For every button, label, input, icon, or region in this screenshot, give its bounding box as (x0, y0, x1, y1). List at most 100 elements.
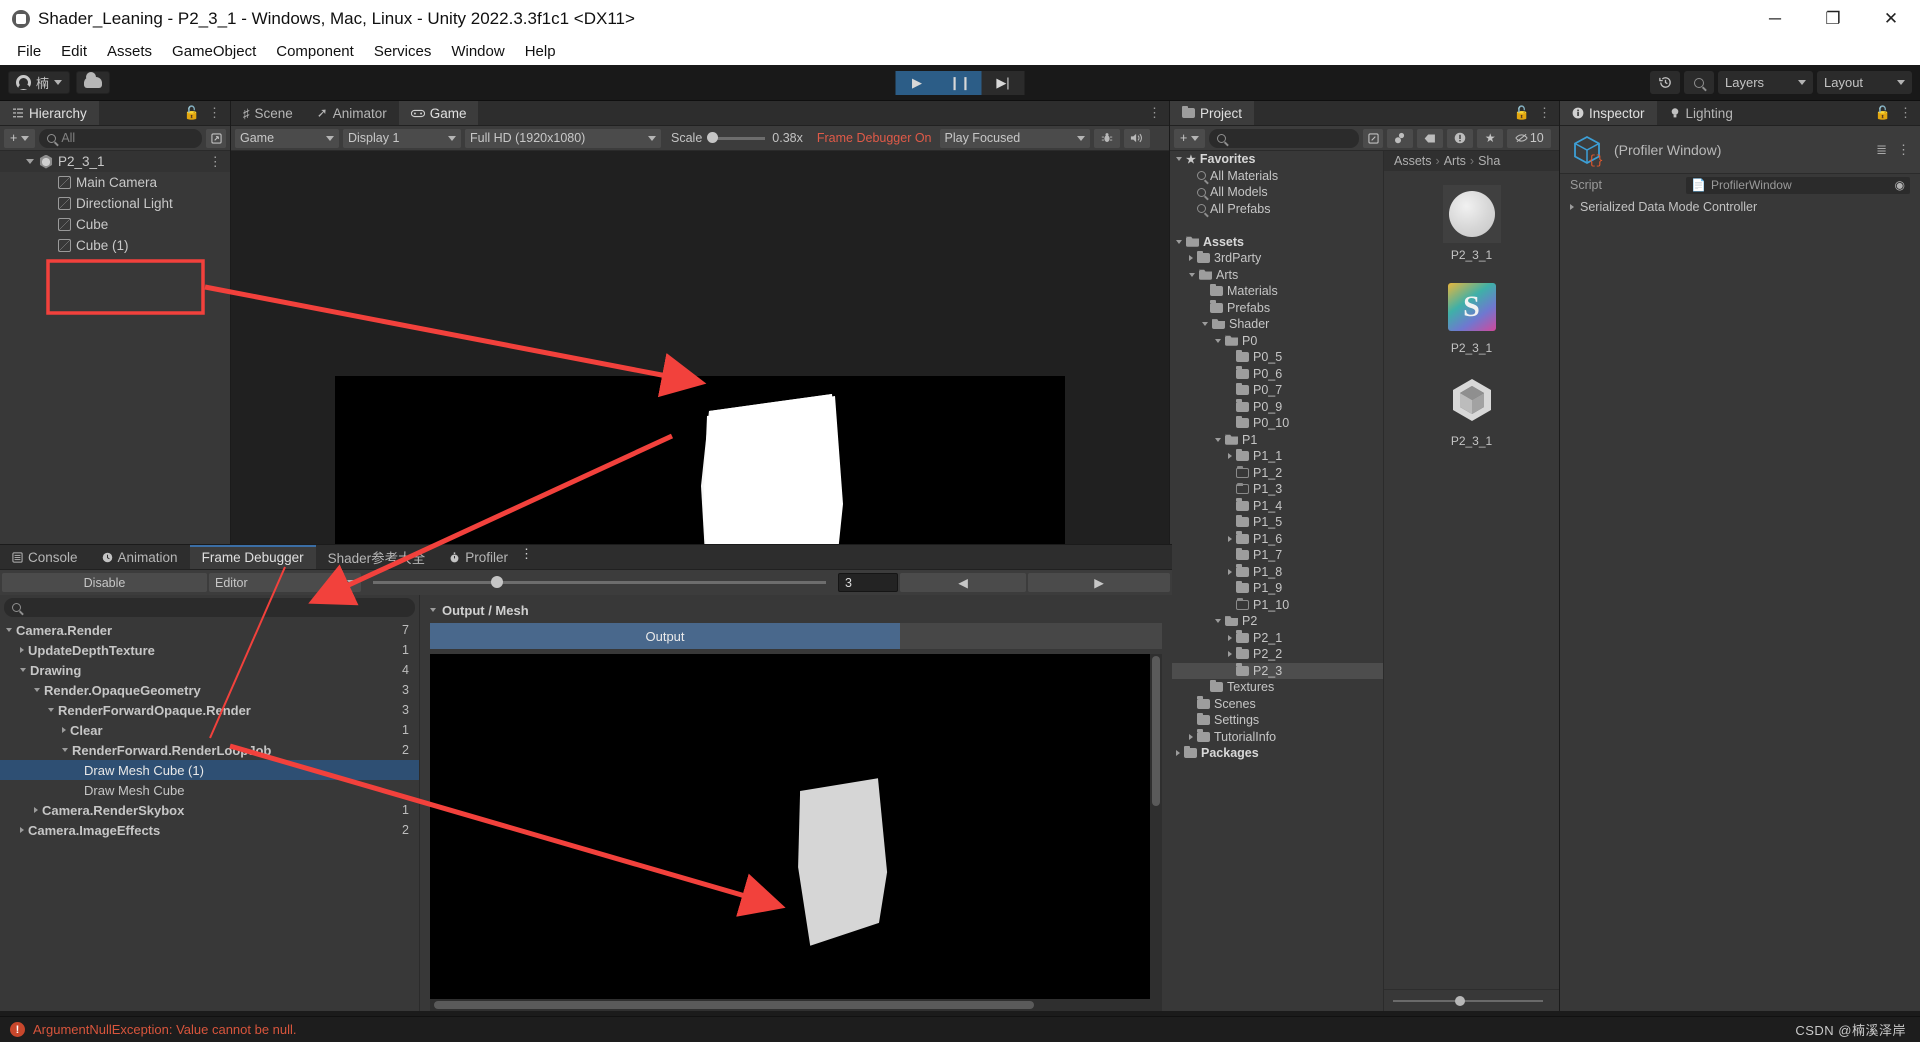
stats-button[interactable] (1093, 128, 1120, 148)
object-picker-icon[interactable]: ◉ (1895, 178, 1905, 192)
project-tree-item-p1-2[interactable]: P1_2 (1170, 465, 1383, 482)
menu-services[interactable]: Services (365, 40, 441, 63)
hierarchy-item-directional-light[interactable]: Directional Light (0, 193, 230, 214)
project-tree-item-p1-1[interactable]: P1_1 (1170, 448, 1383, 465)
tab-scene[interactable]: ♯ Scene (231, 101, 305, 125)
chevron-down-icon[interactable] (1176, 239, 1182, 244)
kebab-menu-icon[interactable]: ⋮ (1148, 105, 1161, 121)
chevron-right-icon[interactable] (1228, 453, 1232, 460)
project-tree-item-p1-8[interactable]: P1_8 (1170, 564, 1383, 581)
hidden-packages-button[interactable]: 10 (1507, 128, 1552, 148)
search-icon[interactable] (1684, 71, 1714, 94)
chevron-down-icon[interactable] (430, 608, 436, 612)
chevron-right-icon[interactable] (1189, 733, 1193, 740)
project-tree-item-prefabs[interactable]: Prefabs (1170, 300, 1383, 317)
frame-slider[interactable] (363, 576, 836, 588)
frame-event-row-draw-mesh-cube-1-[interactable]: Draw Mesh Cube (1) (0, 760, 419, 780)
hierarchy-item-main-camera[interactable]: Main Camera (0, 172, 230, 193)
output-mesh-header[interactable]: Output / Mesh (430, 599, 1162, 621)
cloud-button[interactable] (76, 71, 111, 94)
project-tree-item-settings[interactable]: Settings (1170, 712, 1383, 729)
project-tree-item-p0[interactable]: P0 (1170, 333, 1383, 350)
chevron-down-icon[interactable] (20, 668, 26, 672)
frame-event-row-camera-render[interactable]: Camera.Render 7 (0, 620, 419, 640)
breadcrumb-assets[interactable]: Assets (1394, 154, 1432, 168)
frame-event-row-renderforwardopaque-render[interactable]: RenderForwardOpaque.Render 3 (0, 700, 419, 720)
lock-icon[interactable]: 🔓 (1875, 105, 1891, 121)
project-tree-item-arts[interactable]: Arts (1170, 267, 1383, 284)
mute-audio-button[interactable] (1123, 128, 1150, 148)
step-button[interactable]: ▶| (981, 70, 1025, 95)
asset-item-shader[interactable]: S P2_3_1 (1427, 278, 1517, 355)
gameview-resolution-dropdown[interactable]: Full HD (1920x1080) (465, 128, 661, 148)
status-bar[interactable]: ! ArgumentNullException: Value cannot be… (0, 1016, 1920, 1042)
project-tree-item-favorites[interactable]: ★ Favorites (1170, 151, 1383, 168)
settings-icon[interactable]: ≣ (1876, 142, 1887, 158)
menu-help[interactable]: Help (516, 40, 565, 63)
filter-label-button[interactable] (1417, 128, 1444, 148)
chevron-down-icon[interactable] (1215, 619, 1221, 624)
project-tree-item-p2[interactable]: P2 (1170, 613, 1383, 630)
project-tree-item-p1-3[interactable]: P1_3 (1170, 481, 1383, 498)
output-preview-canvas[interactable] (430, 654, 1150, 999)
project-tree-item-p1-6[interactable]: P1_6 (1170, 531, 1383, 548)
lock-icon[interactable]: 🔓 (1514, 105, 1530, 121)
kebab-menu-icon[interactable]: ⋮ (208, 105, 222, 121)
project-tree-item-shader[interactable]: Shader (1170, 316, 1383, 333)
tab-console[interactable]: Console (0, 545, 90, 569)
project-tree-item-3rdparty[interactable]: 3rdParty (1170, 250, 1383, 267)
project-tree-item-p0-5[interactable]: P0_5 (1170, 349, 1383, 366)
project-tree-item-p1-10[interactable]: P1_10 (1170, 597, 1383, 614)
gameview-display-dropdown[interactable]: Display 1 (343, 128, 461, 148)
layers-dropdown[interactable]: Layers (1718, 71, 1813, 94)
project-tree-item-materials[interactable]: Materials (1170, 283, 1383, 300)
project-tree-item-p2-1[interactable]: P2_1 (1170, 630, 1383, 647)
frame-slider-knob[interactable] (490, 576, 503, 588)
project-tree-item-p0-6[interactable]: P0_6 (1170, 366, 1383, 383)
project-tree-item-p2-2[interactable]: P2_2 (1170, 646, 1383, 663)
event-search-input[interactable] (4, 598, 415, 617)
project-tree-item-p0-9[interactable]: P0_9 (1170, 399, 1383, 416)
hierarchy-add-button[interactable]: + (4, 128, 36, 148)
tab-animator[interactable]: ➚ Animator (305, 101, 399, 125)
target-dropdown[interactable]: Editor (209, 573, 361, 592)
tab-game[interactable]: Game (398, 101, 479, 125)
chevron-down-icon[interactable] (62, 748, 68, 752)
menu-assets[interactable]: Assets (98, 40, 161, 63)
kebab-menu-icon[interactable]: ⋮ (1897, 142, 1910, 158)
asset-item-material[interactable]: P2_3_1 (1427, 185, 1517, 262)
tab-inspector[interactable]: Inspector (1560, 101, 1657, 125)
chevron-down-icon[interactable] (1215, 338, 1221, 343)
project-tree-item-p2-3[interactable]: P2_3 (1170, 662, 1383, 679)
tab-project[interactable]: Project (1170, 101, 1255, 125)
prev-frame-button[interactable]: ◀ (900, 573, 1026, 592)
hierarchy-item-cube-1[interactable]: Cube (1) (0, 235, 230, 256)
gameview-mode-dropdown[interactable]: Game (235, 128, 339, 148)
filter-favorite-button[interactable]: ★ (1477, 128, 1504, 148)
chevron-right-icon[interactable] (1228, 568, 1232, 575)
preview-horizontal-scrollbar[interactable] (430, 999, 1162, 1011)
chevron-down-icon[interactable] (26, 159, 34, 164)
filter-warning-button[interactable] (1447, 128, 1474, 148)
chevron-down-icon[interactable] (1176, 157, 1182, 162)
maximize-button[interactable]: ❐ (1804, 0, 1862, 38)
project-expand-button[interactable] (1363, 128, 1384, 148)
breadcrumb-arts[interactable]: Arts (1444, 154, 1466, 168)
frame-event-row-drawing[interactable]: Drawing 4 (0, 660, 419, 680)
chevron-right-icon[interactable] (20, 647, 24, 653)
chevron-down-icon[interactable] (48, 708, 54, 712)
project-tree-item-textures[interactable]: Textures (1170, 679, 1383, 696)
project-tree-item-p1-9[interactable]: P1_9 (1170, 580, 1383, 597)
project-tree-item-scenes[interactable]: Scenes (1170, 696, 1383, 713)
slider-knob[interactable] (1455, 995, 1465, 1006)
hierarchy-filter-button[interactable] (206, 128, 226, 148)
tab-profiler[interactable]: Profiler (437, 545, 520, 569)
tab-mesh[interactable] (900, 623, 1162, 649)
menu-window[interactable]: Window (442, 40, 513, 63)
hierarchy-item-root[interactable]: P2_3_1 ⋮ (0, 151, 230, 172)
chevron-right-icon[interactable] (1570, 204, 1574, 210)
chevron-down-icon[interactable] (34, 688, 40, 692)
project-tree-item-p1-7[interactable]: P1_7 (1170, 547, 1383, 564)
chevron-right-icon[interactable] (20, 827, 24, 833)
minimize-button[interactable]: ─ (1746, 0, 1804, 38)
